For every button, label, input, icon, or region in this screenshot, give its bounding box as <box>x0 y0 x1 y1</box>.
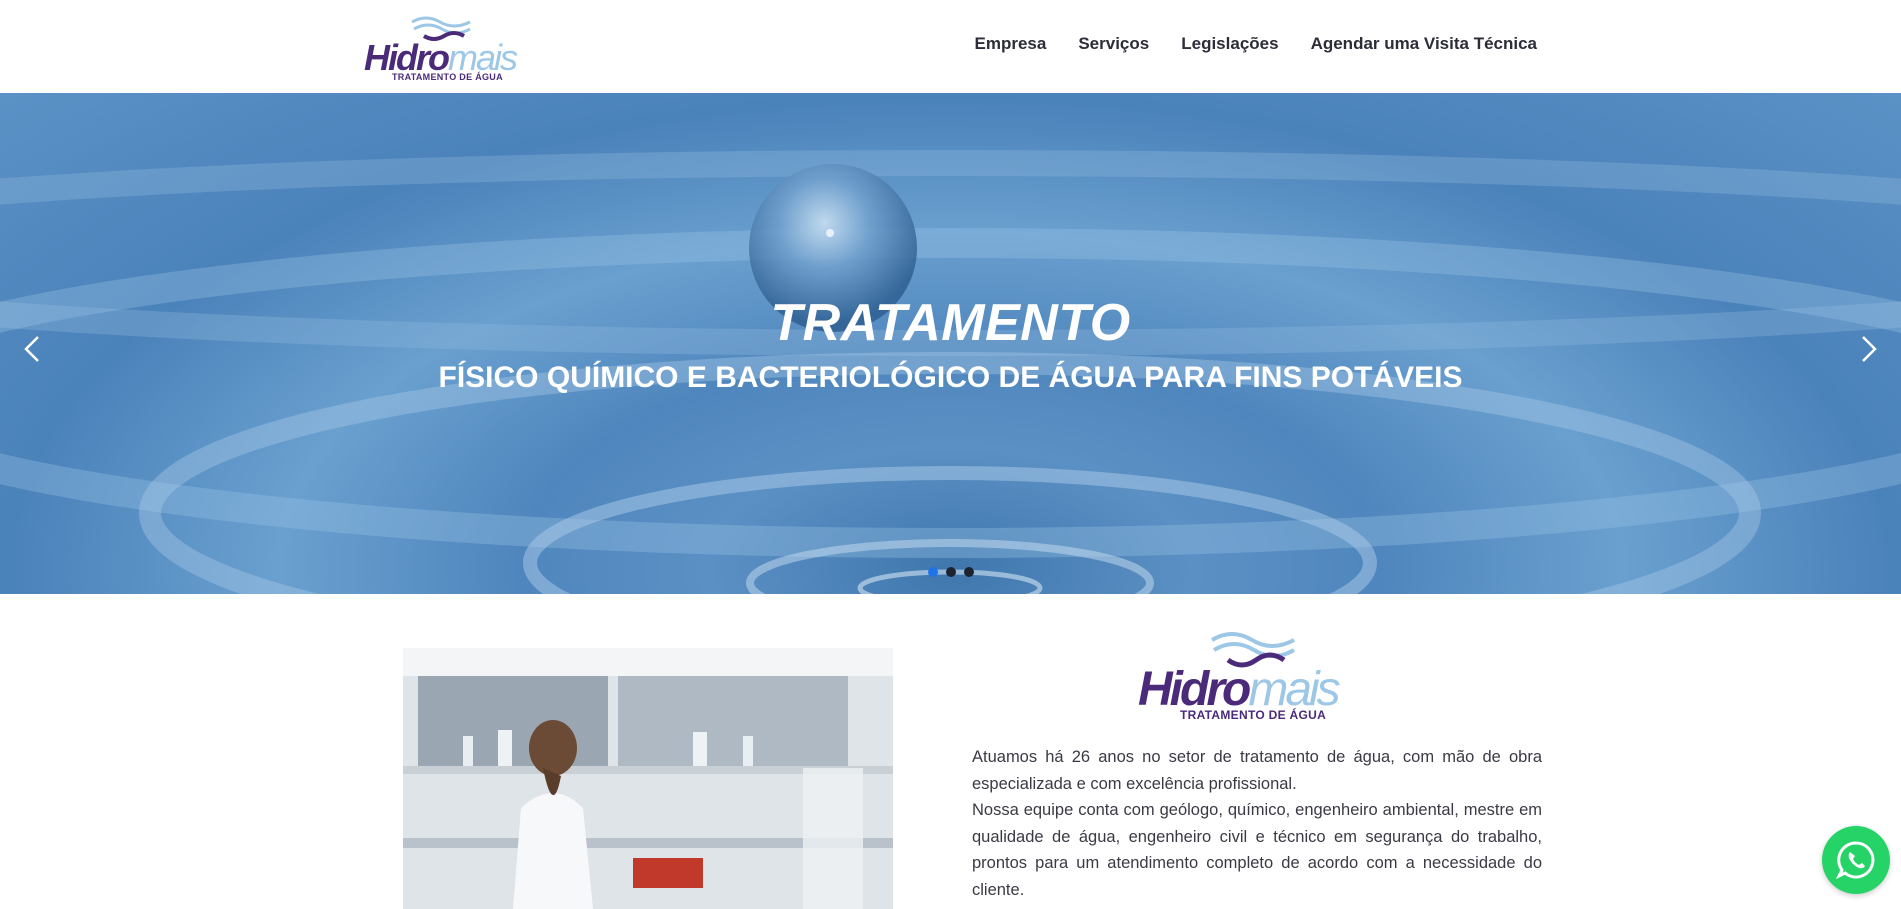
lab-scientist-photo <box>403 648 893 909</box>
carousel-prev-button[interactable] <box>16 329 46 369</box>
hero-carousel: TRATAMENTO FÍSICO QUÍMICO E BACTERIOLÓGI… <box>0 93 1901 594</box>
hero-title: TRATAMENTO <box>770 294 1131 352</box>
about-logo-tagline: TRATAMENTO DE ÁGUA <box>1180 708 1327 722</box>
carousel-dot-1[interactable] <box>928 567 938 577</box>
main-nav: Empresa Serviços Legislações Agendar uma… <box>975 34 1537 54</box>
lab-illustration <box>403 648 893 909</box>
logo-wordmark: Hidromais <box>364 40 518 76</box>
whatsapp-icon <box>1836 841 1875 880</box>
about-logo-wordmark: Hidromais <box>1138 666 1341 714</box>
about-description: Atuamos há 26 anos no setor de tratament… <box>972 744 1542 903</box>
about-logo: Hidromais TRATAMENTO DE ÁGUA <box>1138 628 1378 724</box>
carousel-dot-2[interactable] <box>946 567 956 577</box>
nav-agendar-visita[interactable]: Agendar uma Visita Técnica <box>1311 34 1537 54</box>
nav-servicos[interactable]: Serviços <box>1078 34 1149 54</box>
carousel-dot-3[interactable] <box>964 567 974 577</box>
nav-empresa[interactable]: Empresa <box>975 34 1047 54</box>
nav-legislacoes[interactable]: Legislações <box>1181 34 1278 54</box>
site-header: Hidromais TRATAMENTO DE ÁGUA Empresa Ser… <box>0 0 1901 93</box>
chevron-right-icon <box>1862 336 1877 362</box>
hero-subtitle: FÍSICO QUÍMICO E BACTERIOLÓGICO DE ÁGUA … <box>438 361 1463 394</box>
whatsapp-button[interactable] <box>1822 826 1890 894</box>
carousel-indicators <box>928 567 974 577</box>
chevron-left-icon <box>24 336 39 362</box>
header-logo[interactable]: Hidromais TRATAMENTO DE ÁGUA <box>364 14 530 84</box>
about-paragraph-2: Nossa equipe conta com geólogo, químico,… <box>972 801 1542 899</box>
about-paragraph-1: Atuamos há 26 anos no setor de tratament… <box>972 748 1542 793</box>
carousel-next-button[interactable] <box>1855 329 1885 369</box>
logo-tagline: TRATAMENTO DE ÁGUA <box>392 72 503 82</box>
